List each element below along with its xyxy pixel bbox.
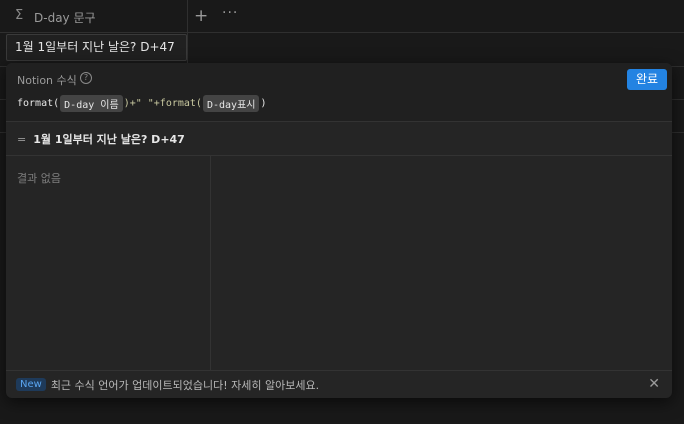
add-property-button[interactable]: +	[194, 6, 208, 26]
property-token[interactable]: D-day표시	[202, 95, 260, 112]
formula-editor-title: Notion 수식	[17, 74, 77, 87]
sigma-icon: Σ	[15, 8, 24, 23]
formula-cell[interactable]: 1월 1일부터 지난 날은? D+47	[6, 34, 187, 61]
suggestions-list: 결과 없음	[6, 156, 211, 370]
formula-editor-header: Notion 수식 ? 완료 format( D-day 이름 )+" "+fo…	[6, 63, 672, 122]
formula-input[interactable]: format( D-day 이름 )+" "+format( D-day표시 )	[17, 95, 267, 112]
property-token[interactable]: D-day 이름	[60, 95, 123, 112]
no-results-text: 결과 없음	[17, 172, 61, 185]
property-header[interactable]: Σ D-day 문구 + ···	[0, 0, 684, 33]
new-badge: New	[16, 378, 46, 391]
help-icon[interactable]: ?	[80, 72, 92, 84]
column-divider	[187, 0, 188, 66]
update-message[interactable]: 최근 수식 언어가 업데이트되었습니다! 자세히 알아보세요.	[51, 377, 319, 393]
equals-icon: =	[17, 132, 27, 146]
update-notice[interactable]: New 최근 수식 언어가 업데이트되었습니다! 자세히 알아보세요. ✕	[6, 370, 672, 398]
formula-close-paren: )	[260, 98, 267, 109]
more-options-button[interactable]: ···	[222, 5, 238, 21]
property-name[interactable]: D-day 문구	[34, 9, 96, 26]
done-button[interactable]: 완료	[627, 69, 667, 90]
formula-operator: )+" "+format(	[123, 98, 202, 109]
close-icon[interactable]: ✕	[648, 376, 660, 392]
formula-function: format(	[17, 98, 60, 109]
formula-editor-panel: Notion 수식 ? 완료 format( D-day 이름 )+" "+fo…	[6, 63, 672, 398]
formula-result-preview: = 1월 1일부터 지난 날은? D+47	[6, 123, 672, 156]
result-text: 1월 1일부터 지난 날은? D+47	[33, 133, 185, 146]
